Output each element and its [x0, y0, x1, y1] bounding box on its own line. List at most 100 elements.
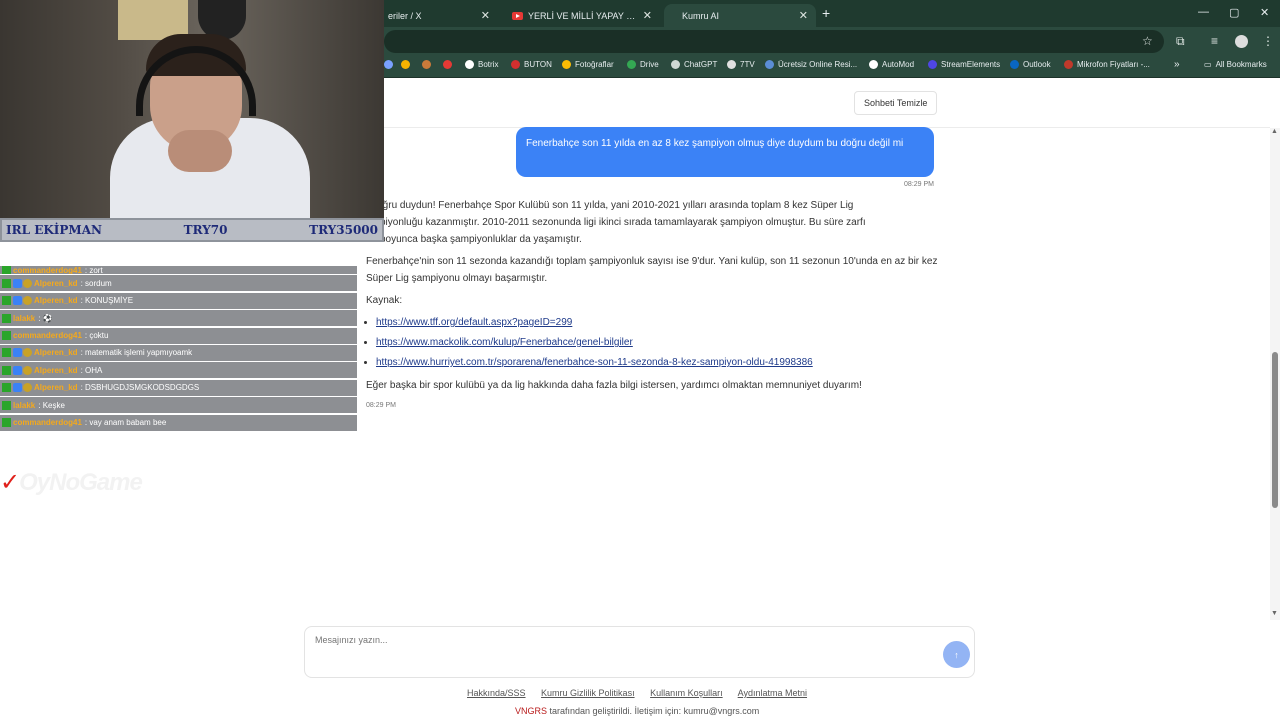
bookmark-resize[interactable]: Ücretsiz Online Resi... [765, 60, 857, 69]
chat-text: : zort [84, 266, 103, 274]
source-link[interactable]: https://www.mackolik.com/kulup/Fenerbahc… [376, 337, 633, 348]
bookmark-label: Mikrofon Fiyatları -... [1077, 60, 1150, 69]
banner-price: TRY70 [183, 223, 228, 237]
kick-badge-icon [2, 266, 11, 274]
footer-credit: VNGRS tarafından geliştirildi. İletişim … [515, 706, 759, 716]
logo-text: OyNoGame [19, 469, 143, 496]
subscriber-badge-icon [13, 296, 22, 306]
tab-title: Kumru AI [682, 10, 720, 21]
bookmark-label: All Bookmarks [1215, 60, 1267, 69]
crown-badge-icon [23, 296, 32, 306]
bookmark-label: Botrix [478, 60, 499, 69]
minimize-button[interactable]: — [1198, 6, 1209, 18]
message-timestamp: 08:29 PM [904, 181, 934, 188]
list-item: https://www.mackolik.com/kulup/Fenerbahc… [376, 334, 938, 351]
menu-icon[interactable]: ⋮ [1262, 34, 1274, 48]
message-timestamp: 08:29 PM [366, 402, 396, 409]
address-bar[interactable] [384, 30, 1164, 53]
footer-link-terms[interactable]: Kullanım Koşulları [650, 688, 723, 698]
chat-message: commanderdog41: çoktu [0, 327, 357, 344]
chat-message: Alperen_kd: DSBHUGDJSMGKODSDGDGS [0, 379, 357, 396]
source-link[interactable]: https://www.hurriyet.com.tr/sporarena/fe… [376, 357, 813, 368]
chat-username: commanderdog41 [13, 331, 82, 341]
assistant-paragraph: Fenerbahçe'nin son 11 sezonda kazandığı … [366, 256, 938, 284]
kick-badge-icon [2, 400, 11, 410]
chat-text: : Keşke [38, 400, 65, 410]
tab-title: YERLİ VE MİLLİ YAPAY ZEKA [528, 10, 640, 21]
list-item: https://www.tff.org/default.aspx?pageID=… [376, 314, 938, 331]
bookmark-icon[interactable] [401, 60, 414, 69]
kick-badge-icon [2, 331, 11, 341]
bookmark-icon[interactable] [422, 60, 435, 69]
banner-label: IRL EKİPMAN [6, 223, 102, 237]
logo-watermark: ✓OyNoGame [0, 468, 143, 497]
tab-kumru-ai[interactable]: Kumru AI ✕ [664, 4, 816, 27]
crown-badge-icon [23, 278, 32, 288]
close-icon[interactable]: ✕ [643, 9, 652, 22]
footer-link-about[interactable]: Hakkında/SSS [467, 688, 526, 698]
new-tab-button[interactable]: + [822, 5, 830, 21]
tab-youtube[interactable]: YERLİ VE MİLLİ YAPAY ZEKA ✕ [502, 4, 660, 27]
chat-text: : sordum [80, 278, 112, 288]
footer-links: Hakkında/SSS Kumru Gizlilik Politikası K… [467, 688, 820, 698]
close-icon[interactable]: ✕ [799, 9, 808, 22]
bookmark-botrix[interactable]: Botrix [465, 60, 498, 69]
footer-link-privacy[interactable]: Kumru Gizlilik Politikası [541, 688, 635, 698]
profile-avatar[interactable] [1235, 35, 1248, 48]
send-button[interactable]: ↑ [943, 641, 970, 668]
subscriber-badge-icon [13, 278, 22, 288]
subscriber-badge-icon [13, 348, 22, 358]
source-link[interactable]: https://www.tff.org/default.aspx?pageID=… [376, 317, 572, 328]
bookmark-streamelements[interactable]: StreamElements [928, 60, 1000, 69]
bookmarks-overflow-button[interactable]: » [1174, 59, 1180, 70]
close-icon[interactable]: ✕ [481, 9, 490, 22]
scrollbar-thumb[interactable] [1272, 352, 1278, 508]
assistant-message: , doğru duydun! Fenerbahçe Spor Kulübü s… [366, 197, 938, 414]
bookmark-label: Drive [640, 60, 659, 69]
stream-chat: commanderdog41: zort Alperen_kd: sordum Al… [0, 266, 357, 432]
page-header [384, 79, 1270, 128]
chat-text: : OHA [80, 365, 103, 375]
bookmark-fotograflar[interactable]: Fotoğraflar [562, 60, 614, 69]
bookmark-icon[interactable] [443, 60, 456, 69]
youtube-icon [512, 11, 523, 20]
message-input[interactable] [315, 635, 915, 645]
bookmark-outlook[interactable]: Outlook [1010, 60, 1051, 69]
chat-message: Alperen_kd: matematik işlemi yapmıyoamk [0, 344, 357, 361]
streamer-hand [168, 130, 232, 172]
scroll-down-icon[interactable]: ▼ [1271, 610, 1278, 617]
chat-username: commanderdog41 [13, 266, 82, 274]
chat-text: : ⚽ [38, 313, 53, 323]
chat-message: Alperen_kd: sordum [0, 275, 357, 292]
crown-badge-icon [23, 348, 32, 358]
chat-username: Alperen_kd [34, 348, 78, 358]
chat-username: Alperen_kd [34, 383, 78, 393]
chat-message: commanderdog41: vay anam babam bee [0, 414, 357, 431]
all-bookmarks[interactable]: ▭ All Bookmarks [1204, 60, 1267, 69]
bookmark-drive[interactable]: Drive [627, 60, 659, 69]
bookmark-icon[interactable] [384, 60, 397, 69]
chat-message: Alperen_kd: OHA [0, 362, 357, 379]
bookmark-7tv[interactable]: 7TV [727, 60, 755, 69]
maximize-button[interactable]: ▢ [1229, 6, 1239, 19]
bookmark-chatgpt[interactable]: ChatGPT [671, 60, 717, 69]
subscriber-badge-icon [13, 365, 22, 375]
extensions-icon[interactable]: ⧉ [1176, 34, 1185, 49]
star-icon[interactable]: ☆ [1142, 34, 1153, 48]
close-window-button[interactable]: ✕ [1260, 6, 1269, 19]
chat-text: : vay anam babam bee [84, 418, 167, 428]
bookmark-buton[interactable]: BUTON [511, 60, 552, 69]
assistant-paragraph: Eğer başka bir spor kulübü ya da lig hak… [366, 380, 862, 391]
clear-chat-button[interactable]: Sohbeti Temizle [854, 91, 938, 115]
bookmark-automod[interactable]: AutoMod [869, 60, 914, 69]
kick-badge-icon [2, 296, 11, 306]
scroll-up-icon[interactable]: ▲ [1271, 128, 1278, 135]
tab-x[interactable]: eriler / X ✕ [378, 4, 498, 27]
chat-username: commanderdog41 [13, 418, 82, 428]
source-list: https://www.tff.org/default.aspx?pageID=… [366, 314, 938, 371]
footer-link-disclosure[interactable]: Aydınlatma Metni [738, 688, 807, 698]
bookmark-label: StreamElements [941, 60, 1001, 69]
bookmark-mikrofon[interactable]: Mikrofon Fiyatları -... [1064, 60, 1150, 69]
brand-name: VNGRS [515, 706, 548, 716]
media-icon[interactable]: ≡ [1211, 34, 1218, 48]
